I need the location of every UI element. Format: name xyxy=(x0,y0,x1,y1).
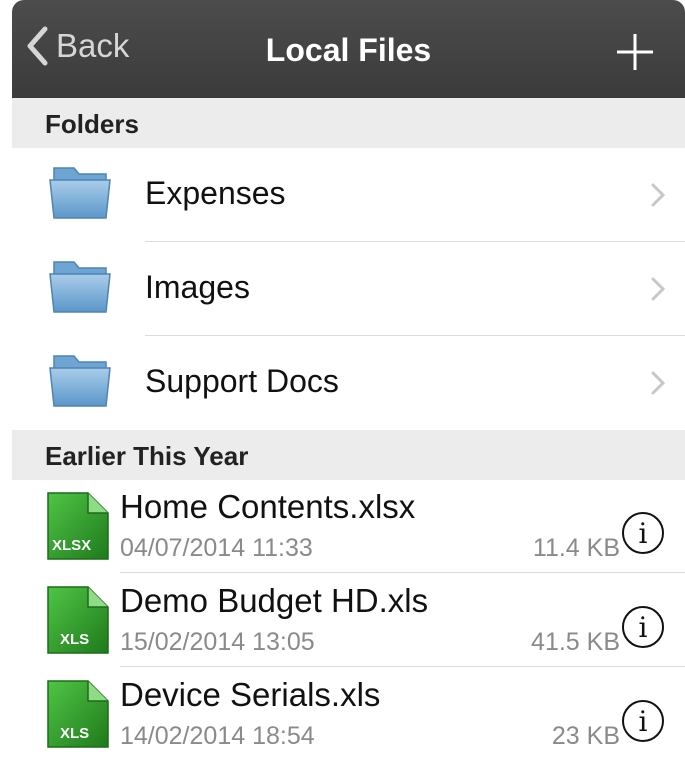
plus-icon[interactable] xyxy=(615,32,655,72)
folder-icon xyxy=(49,261,111,313)
folder-row-images[interactable]: Images xyxy=(12,242,685,335)
separator xyxy=(120,666,685,667)
folder-name: Images xyxy=(145,269,250,305)
svg-text:i: i xyxy=(639,517,648,550)
separator xyxy=(120,572,685,573)
section-title-recent: Earlier This Year xyxy=(45,441,249,471)
svg-text:i: i xyxy=(639,611,648,644)
file-date: 14/02/2014 18:54 xyxy=(120,722,315,750)
folder-row-support-docs[interactable]: Support Docs xyxy=(12,336,685,429)
info-icon[interactable]: i xyxy=(621,699,665,743)
file-ext-label: XLS xyxy=(60,631,90,648)
file-ext-label: XLSX xyxy=(52,537,92,554)
section-header-folders: Folders xyxy=(12,98,685,148)
file-row[interactable]: XLS Demo Budget HD.xls 15/02/2014 13:05 … xyxy=(12,574,685,667)
folder-icon xyxy=(49,355,111,407)
file-name: Demo Budget HD.xls xyxy=(120,582,429,619)
info-icon[interactable]: i xyxy=(621,605,665,649)
file-name: Device Serials.xls xyxy=(120,676,381,713)
folder-icon xyxy=(49,167,111,219)
file-size: 11.4 KB xyxy=(532,534,620,562)
page-title: Local Files xyxy=(265,32,432,68)
folder-name: Support Docs xyxy=(145,363,339,399)
chevron-right-icon xyxy=(651,183,665,207)
file-name: Home Contents.xlsx xyxy=(120,488,416,525)
folder-row-expenses[interactable]: Expenses xyxy=(12,148,685,241)
file-row[interactable]: XLS Device Serials.xls 14/02/2014 18:54 … xyxy=(12,668,685,761)
file-ext-label: XLS xyxy=(60,725,90,742)
chevron-right-icon xyxy=(651,277,665,301)
file-date: 15/02/2014 13:05 xyxy=(120,628,315,656)
navigation-bar: Back Local Files xyxy=(12,0,685,98)
file-size: 41.5 KB xyxy=(531,628,620,656)
file-date: 04/07/2014 11:33 xyxy=(120,534,313,562)
folder-name: Expenses xyxy=(145,175,286,211)
file-size: 23 KB xyxy=(551,722,620,750)
file-row[interactable]: XLSX Home Contents.xlsx 04/07/2014 11:33… xyxy=(12,480,685,573)
info-icon[interactable]: i xyxy=(621,511,665,555)
section-header-recent: Earlier This Year xyxy=(12,430,685,480)
chevron-right-icon xyxy=(651,371,665,395)
svg-text:i: i xyxy=(639,705,648,738)
section-title-folders: Folders xyxy=(45,109,139,139)
